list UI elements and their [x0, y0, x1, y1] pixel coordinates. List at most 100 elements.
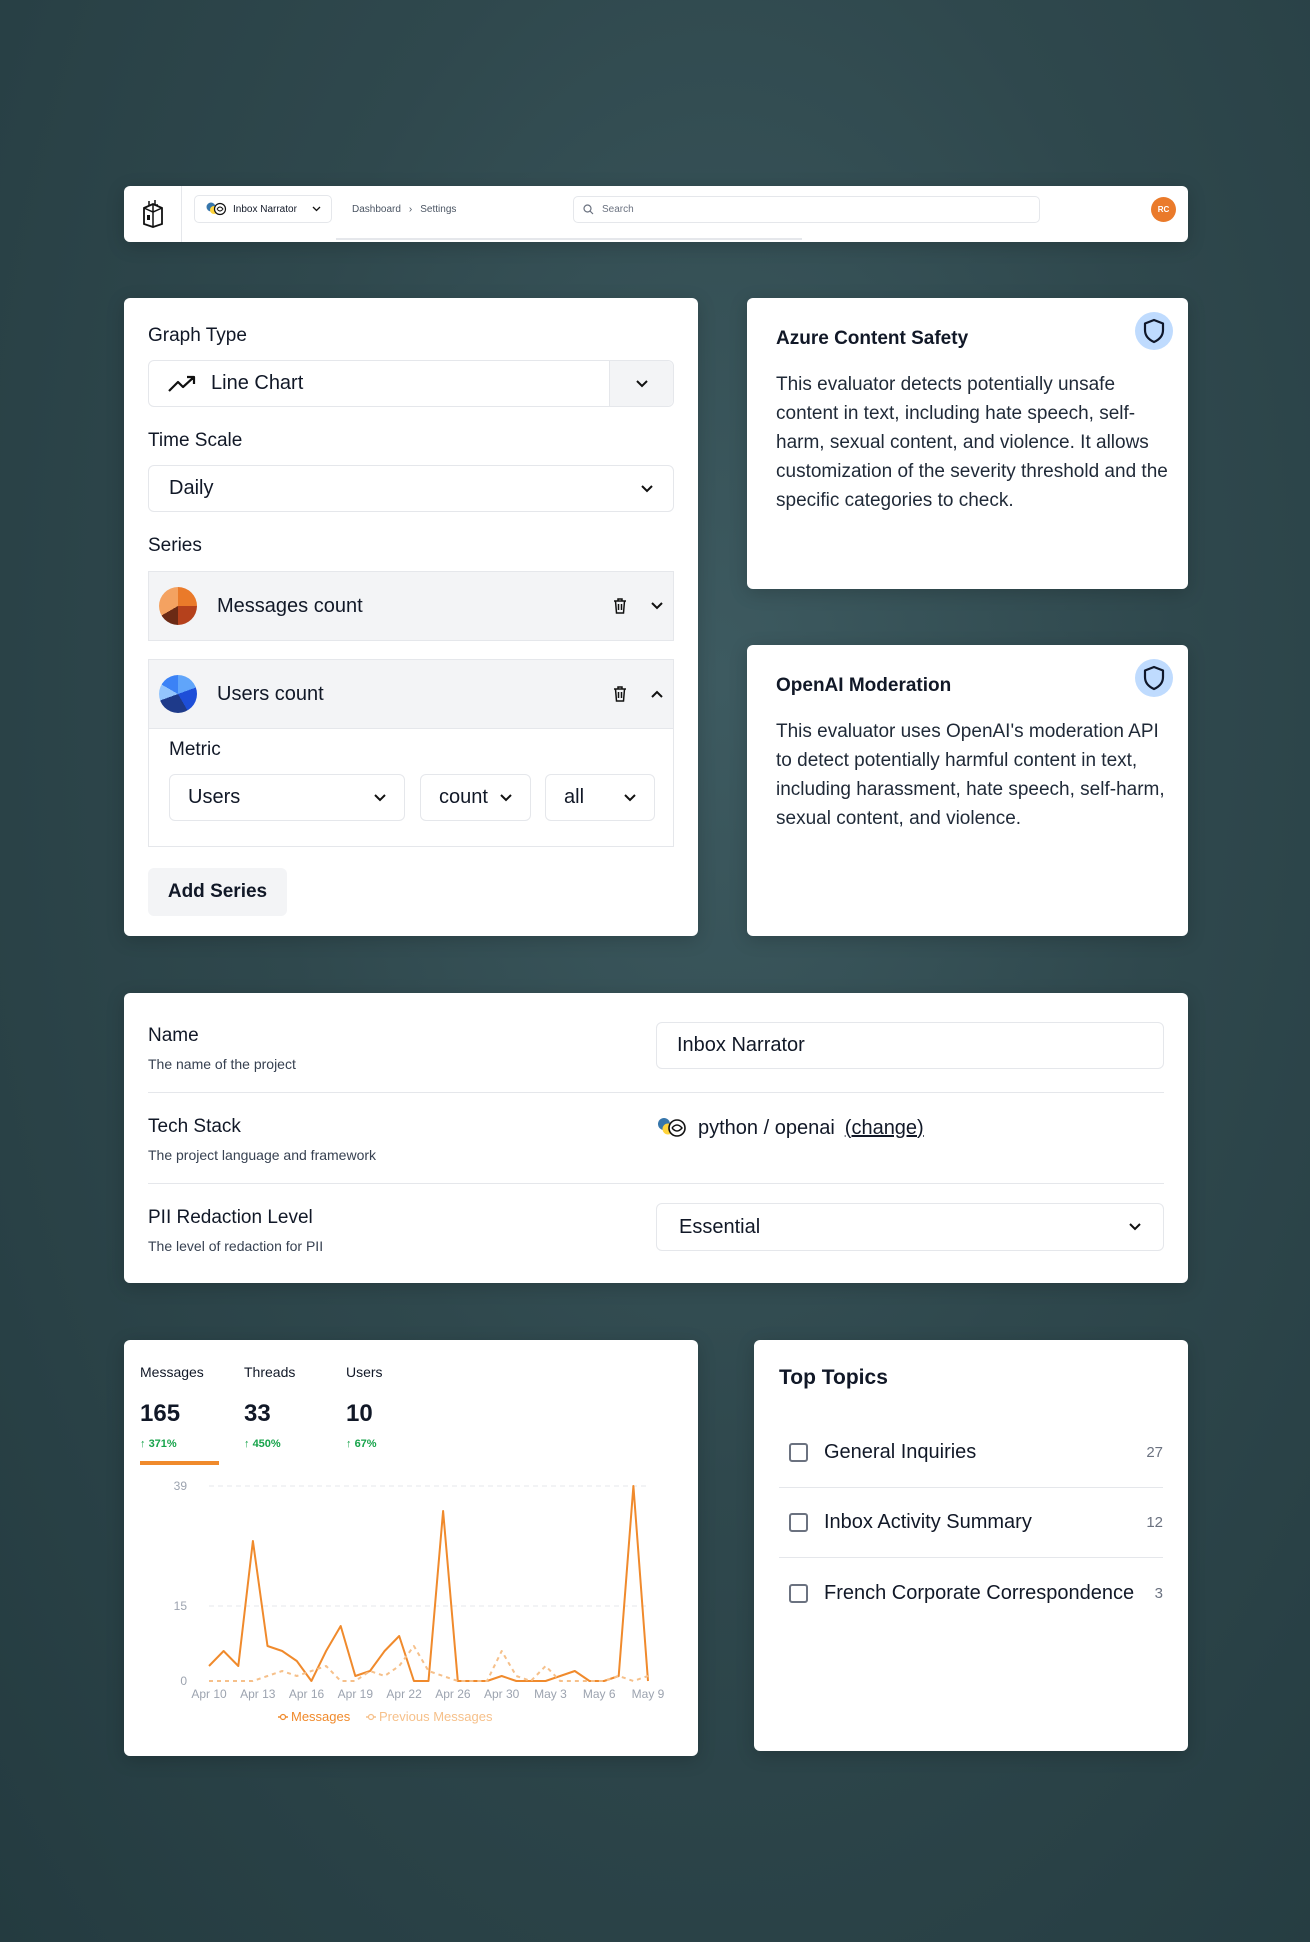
topic-count: 3 — [1154, 1584, 1163, 1602]
search-input[interactable]: Search — [573, 196, 1040, 223]
topic-label: Inbox Activity Summary — [824, 1511, 1032, 1533]
metric-aggregation-select[interactable]: count — [420, 774, 531, 821]
trash-icon[interactable] — [613, 686, 627, 702]
shield-icon — [1135, 659, 1173, 697]
x-tick-label: Apr 30 — [484, 1687, 520, 1701]
topic-item[interactable]: Inbox Activity Summary 12 — [779, 1488, 1163, 1558]
topic-checkbox[interactable] — [789, 1583, 808, 1603]
chevron-down-icon — [1129, 1223, 1141, 1231]
analytics-chart-panel: Messages 165 ↑ 371% Threads 33 ↑ 450% Us… — [124, 1340, 698, 1756]
chevron-down-icon[interactable] — [651, 602, 663, 610]
y-tick-label: 0 — [180, 1674, 187, 1688]
python-openai-icon — [658, 1118, 686, 1137]
castle-logo-icon — [142, 200, 163, 228]
project-name: Inbox Narrator — [233, 203, 297, 215]
breadcrumb-separator-icon: › — [408, 203, 413, 215]
project-name-value: Inbox Narrator — [677, 1034, 805, 1056]
series-item-messages[interactable]: Messages count — [148, 571, 674, 641]
metric-field-select[interactable]: Users — [169, 774, 405, 821]
line-chart: 0 15 39 Apr 10 Apr 13 Apr 16 Apr 19 Apr 22 Apr 2… — [174, 1479, 665, 1724]
project-name-input[interactable]: Inbox Narrator — [656, 1022, 1164, 1069]
topic-item[interactable]: General Inquiries 27 — [779, 1418, 1163, 1488]
x-tick-label: Apr 22 — [386, 1687, 422, 1701]
breadcrumb-settings[interactable]: Settings — [420, 204, 456, 215]
series-metric-editor: Metric Users count all — [148, 727, 674, 847]
x-tick-label: May 3 — [534, 1687, 567, 1701]
topbar-divider — [336, 238, 802, 240]
graph-type-select[interactable]: Line Chart — [148, 360, 674, 407]
setting-title: Name — [148, 1025, 199, 1046]
change-tech-stack-link[interactable]: (change) — [845, 1117, 924, 1140]
tech-stack-value: python / openai — [698, 1116, 835, 1139]
x-tick-label: Apr 13 — [240, 1687, 276, 1701]
user-avatar[interactable]: RC — [1151, 197, 1176, 222]
evaluator-card-openai[interactable]: OpenAI Moderation This evaluator uses Op… — [747, 645, 1188, 936]
series-line-messages — [208, 1485, 649, 1682]
y-tick-label: 39 — [174, 1479, 188, 1493]
graph-builder-panel: Graph Type Line Chart Time Scale Daily S… — [124, 298, 698, 936]
legend-label: Previous Messages — [379, 1709, 493, 1724]
x-tick-label: Apr 19 — [338, 1687, 374, 1701]
chevron-up-icon[interactable] — [651, 690, 663, 698]
pii-redaction-select[interactable]: Essential — [656, 1203, 1164, 1251]
divider — [148, 1183, 1164, 1184]
topic-checkbox[interactable] — [789, 1443, 808, 1462]
series-label: Series — [148, 535, 202, 556]
setting-description: The project language and framework — [148, 1147, 377, 1163]
metric-label: Metric — [169, 739, 221, 760]
topic-checkbox[interactable] — [789, 1513, 808, 1532]
pii-redaction-value: Essential — [679, 1215, 761, 1238]
topics-title: Top Topics — [779, 1366, 888, 1389]
chevron-down-icon — [374, 793, 386, 801]
time-scale-select[interactable]: Daily — [148, 465, 674, 512]
time-scale-value: Daily — [169, 477, 214, 499]
trash-icon[interactable] — [613, 598, 627, 614]
x-tick-label: Apr 10 — [191, 1687, 227, 1701]
graph-type-dropdown-button[interactable] — [609, 361, 673, 406]
divider — [148, 1092, 1164, 1093]
x-tick-label: May 6 — [583, 1687, 616, 1701]
topic-item[interactable]: French Corporate Correspondence 3 — [779, 1558, 1163, 1628]
setting-title: Tech Stack — [148, 1116, 241, 1137]
x-tick-label: Apr 16 — [289, 1687, 325, 1701]
series-item-users[interactable]: Users count — [148, 659, 674, 729]
legend-label: Messages — [291, 1709, 351, 1724]
evaluator-description: This evaluator uses OpenAI's moderation … — [776, 721, 1165, 829]
topic-count: 27 — [1146, 1444, 1163, 1461]
project-selector[interactable]: Inbox Narrator — [194, 195, 332, 223]
top-topics-panel: Top Topics General Inquiries 27 Inbox Ac… — [754, 1340, 1188, 1751]
chevron-down-icon — [500, 793, 512, 801]
legend-marker-dot — [279, 1713, 287, 1721]
chevron-down-icon — [635, 379, 648, 387]
legend-marker-dot — [367, 1713, 375, 1721]
chevron-down-icon — [641, 484, 653, 492]
graph-type-label: Graph Type — [148, 325, 247, 346]
breadcrumb-dashboard[interactable]: Dashboard — [352, 204, 401, 215]
evaluator-title: Azure Content Safety — [776, 328, 969, 349]
series-name: Messages count — [217, 594, 363, 617]
x-tick-label: May 9 — [632, 1687, 665, 1701]
evaluator-card-azure[interactable]: Azure Content Safety This evaluator dete… — [747, 298, 1188, 589]
chevron-down-icon — [312, 206, 321, 212]
metric-filter-value: all — [564, 786, 585, 808]
breadcrumb: Dashboard › Settings — [352, 195, 456, 223]
evaluator-title: OpenAI Moderation — [776, 675, 952, 696]
metric-field-value: Users — [188, 786, 241, 808]
evaluator-description: This evaluator detects potentially unsaf… — [776, 374, 1168, 511]
y-tick-label: 15 — [174, 1599, 188, 1613]
topic-label: French Corporate Correspondence — [824, 1581, 1135, 1604]
topic-count: 12 — [1146, 1514, 1163, 1531]
search-icon — [583, 204, 594, 215]
trending-up-icon — [168, 375, 196, 392]
app-logo[interactable] — [124, 186, 182, 242]
setting-title: PII Redaction Level — [148, 1207, 313, 1228]
topic-label: General Inquiries — [824, 1441, 977, 1463]
add-series-button[interactable]: Add Series — [148, 868, 287, 916]
series-name: Users count — [217, 682, 324, 705]
graph-type-value: Line Chart — [211, 372, 304, 394]
setting-description: The name of the project — [148, 1056, 296, 1072]
series-color-icon — [159, 675, 197, 713]
project-settings-panel: Name The name of the project Inbox Narra… — [124, 993, 1188, 1283]
shield-icon — [1135, 312, 1173, 350]
metric-filter-select[interactable]: all — [545, 774, 655, 821]
